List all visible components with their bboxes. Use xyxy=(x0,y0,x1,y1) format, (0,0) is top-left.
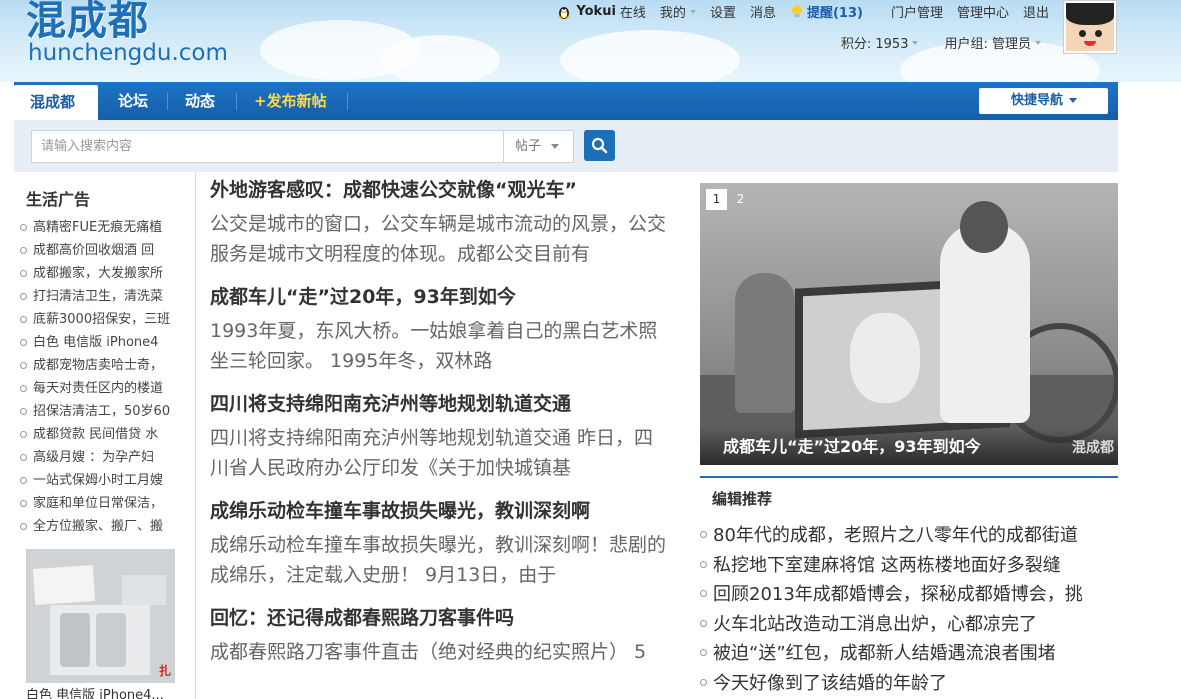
search-type-value: 帖子 xyxy=(515,139,542,154)
quick-nav-button[interactable]: 快捷导航 xyxy=(979,88,1108,114)
messages-link[interactable]: 消息 xyxy=(750,2,776,21)
article-title[interactable]: 成绵乐动检车撞车事故损失曝光，教训深刻啊 xyxy=(210,497,672,525)
points-menu[interactable]: 积分: 1953 xyxy=(841,33,919,52)
slider-caption[interactable]: 成都车儿“走”过20年，93年到如今 xyxy=(723,433,981,457)
list-item[interactable]: 白色 电信版 iPhone4 xyxy=(20,331,174,354)
avatar-image xyxy=(1066,3,1114,51)
ad-thumbnail[interactable]: 扎 xyxy=(26,549,175,683)
search-button[interactable] xyxy=(584,130,615,161)
chevron-down-icon xyxy=(689,9,696,14)
nav-divider xyxy=(167,92,168,110)
article-summary: 1993年夏，东风大桥。一姑娘拿着自己的黑白艺术照坐三轮回家。 1995年冬，双… xyxy=(210,320,658,372)
avatar[interactable] xyxy=(1063,0,1117,54)
online-status: 在线 xyxy=(619,6,646,21)
slider-page-1[interactable]: 1 xyxy=(706,189,727,210)
bulb-icon xyxy=(791,4,802,17)
mine-menu[interactable]: 我的 xyxy=(660,2,696,21)
article-item: 外地游客感叹：成都快速公交就像“观光车” 公交是城市的窗口，公交车辆是城市流动的… xyxy=(210,176,672,269)
slider-page-2[interactable]: 2 xyxy=(730,189,751,210)
list-item[interactable]: 被迫“送”红包，成都新人结婚遇流浪者围堵 xyxy=(700,639,1118,669)
recommend-list: 80年代的成都，老照片之八零年代的成都街道 私挖地下室建麻将馆 这两栋楼地面好多… xyxy=(700,521,1118,698)
list-item[interactable]: 80年代的成都，老照片之八零年代的成都街道 xyxy=(700,521,1118,551)
list-item[interactable]: 成都贷款 民间借贷 水 xyxy=(20,423,174,446)
qq-status: Yokui 在线 xyxy=(556,2,646,21)
list-item[interactable]: 今天好像到了该结婚的年龄了 xyxy=(700,669,1118,699)
list-item[interactable]: 底薪3000招保安，三班 xyxy=(20,308,174,331)
site-logo[interactable]: 混成都 hunchengdu.com xyxy=(26,0,228,66)
logo-text-cn: 混成都 xyxy=(26,0,149,44)
recommend-heading: 编辑推荐 xyxy=(712,490,773,508)
list-item[interactable]: 打扫清洁卫生，清洗菜 xyxy=(20,285,174,308)
cloud-decoration xyxy=(380,35,500,82)
chevron-down-icon xyxy=(551,144,560,149)
life-ads-heading: 生活广告 xyxy=(26,190,91,209)
user-toolbar: Yokui 在线 我的 设置 消息 提醒(13) 门户管理 管理中心 退出 xyxy=(556,2,1049,21)
list-item[interactable]: 全方位搬家、搬厂、搬 xyxy=(20,515,174,538)
list-item[interactable]: 火车北站改造动工消息出炉，心都凉完了 xyxy=(700,610,1118,640)
life-ads-list: 高精密FUE无痕无痛植 成都高价回收烟酒 回 成都搬家，大发搬家所 打扫清洁卫生… xyxy=(20,216,174,538)
search-bar: 请输入搜索内容 帖子 xyxy=(14,120,1118,172)
list-item[interactable]: 招保洁清洁工，50岁60 xyxy=(20,400,174,423)
chevron-down-icon xyxy=(1035,40,1041,45)
portal-admin-link[interactable]: 门户管理 xyxy=(891,2,943,21)
article-summary: 四川将支持绵阳南充泸州等地规划轨道交通 昨日，四川省人民政府办公厅印发《关于加快… xyxy=(210,427,654,479)
life-ads-column: 生活广告 高精密FUE无痕无痛植 成都高价回收烟酒 回 成都搬家，大发搬家所 打… xyxy=(14,172,196,699)
tab-new-post[interactable]: +发布新帖 xyxy=(238,82,343,120)
chevron-down-icon xyxy=(912,40,919,45)
main-nav: 混成都 论坛 动态 +发布新帖 快捷导航 xyxy=(14,82,1118,120)
article-summary: 成绵乐动检车撞车事故损失曝光，教训深刻啊！悲剧的成绵乐，注定载入史册！ 9月13… xyxy=(210,534,667,586)
list-item[interactable]: 成都高价回收烟酒 回 xyxy=(20,239,174,262)
user-stats: 积分: 1953 用户组: 管理员 xyxy=(841,33,1041,52)
photo-slider[interactable]: 1 2 成都车儿“走”过20年，93年到如今 混成都 xyxy=(700,183,1118,465)
admin-center-link[interactable]: 管理中心 xyxy=(957,2,1009,21)
penguin-icon xyxy=(558,6,570,20)
search-type-select[interactable]: 帖子 xyxy=(503,130,574,163)
list-item[interactable]: 回顾2013年成都婚博会，探秘成都婚博会，挑 xyxy=(700,580,1118,610)
usergroup-menu[interactable]: 用户组: 管理员 xyxy=(944,33,1041,52)
article-summary: 成都春熙路刀客事件直击（绝对经典的纪实照片） 5 xyxy=(210,641,647,663)
thumb-caption[interactable]: 白色 电信版 iPhone4... xyxy=(26,684,164,699)
list-item[interactable]: 高精密FUE无痕无痛植 xyxy=(20,216,174,239)
nav-divider xyxy=(236,92,237,110)
cloud-decoration xyxy=(560,30,740,82)
article-list: 外地游客感叹：成都快速公交就像“观光车” 公交是城市的窗口，公交车辆是城市流动的… xyxy=(210,176,672,699)
slider-watermark: 混成都 xyxy=(1072,440,1114,456)
list-item[interactable]: 私挖地下室建麻将馆 这两栋楼地面好多裂缝 xyxy=(700,551,1118,581)
remind-count: 提醒(13) xyxy=(806,6,863,21)
article-title[interactable]: 四川将支持绵阳南充泸州等地规划轨道交通 xyxy=(210,390,672,418)
article-summary: 公交是城市的窗口，公交车辆是城市流动的风景，公交服务是城市文明程度的体现。成都公… xyxy=(210,213,667,265)
article-item: 成都车儿“走”过20年，93年到如今 1993年夏，东风大桥。一姑娘拿着自己的黑… xyxy=(210,283,672,376)
article-item: 成绵乐动检车撞车事故损失曝光，教训深刻啊 成绵乐动检车撞车事故损失曝光，教训深刻… xyxy=(210,497,672,590)
article-title[interactable]: 回忆：还记得成都春熙路刀客事件吗 xyxy=(210,604,672,632)
list-item[interactable]: 一站式保姆小时工月嫂 xyxy=(20,469,174,492)
quick-nav-label: 快捷导航 xyxy=(1011,93,1064,108)
logout-link[interactable]: 退出 xyxy=(1023,2,1049,21)
article-title[interactable]: 外地游客感叹：成都快速公交就像“观光车” xyxy=(210,176,672,204)
list-item[interactable]: 每天对责任区内的楼道 xyxy=(20,377,174,400)
search-icon xyxy=(591,137,608,154)
list-item[interactable]: 成都宠物店卖哈士奇， xyxy=(20,354,174,377)
settings-link[interactable]: 设置 xyxy=(710,2,736,21)
tab-home[interactable]: 混成都 xyxy=(14,85,98,120)
list-item[interactable]: 家庭和单位日常保洁， xyxy=(20,492,174,515)
tab-feed[interactable]: 动态 xyxy=(169,82,231,120)
article-item: 四川将支持绵阳南充泸州等地规划轨道交通 四川将支持绵阳南充泸州等地规划轨道交通 … xyxy=(210,390,672,483)
nav-divider xyxy=(347,92,348,110)
tab-forum[interactable]: 论坛 xyxy=(102,82,164,120)
remind-link[interactable]: 提醒(13) xyxy=(790,2,863,21)
chevron-down-icon xyxy=(1069,98,1078,103)
site-header: 混成都 hunchengdu.com Yokui 在线 我的 设置 消息 提醒(… xyxy=(0,0,1181,82)
editor-recommend: 编辑推荐 80年代的成都，老照片之八零年代的成都街道 私挖地下室建麻将馆 这两栋… xyxy=(700,476,1118,698)
article-item: 回忆：还记得成都春熙路刀客事件吗 成都春熙路刀客事件直击（绝对经典的纪实照片） … xyxy=(210,604,672,697)
list-item[interactable]: 成都搬家，大发搬家所 xyxy=(20,262,174,285)
logo-text-en: hunchengdu.com xyxy=(28,40,228,66)
thumb-watermark: 扎 xyxy=(158,664,171,678)
list-item[interactable]: 高级月嫂 ：为孕产妇 xyxy=(20,446,174,469)
username[interactable]: Yokui xyxy=(576,4,616,19)
article-title[interactable]: 成都车儿“走”过20年，93年到如今 xyxy=(210,283,672,311)
search-input[interactable]: 请输入搜索内容 xyxy=(31,130,504,163)
